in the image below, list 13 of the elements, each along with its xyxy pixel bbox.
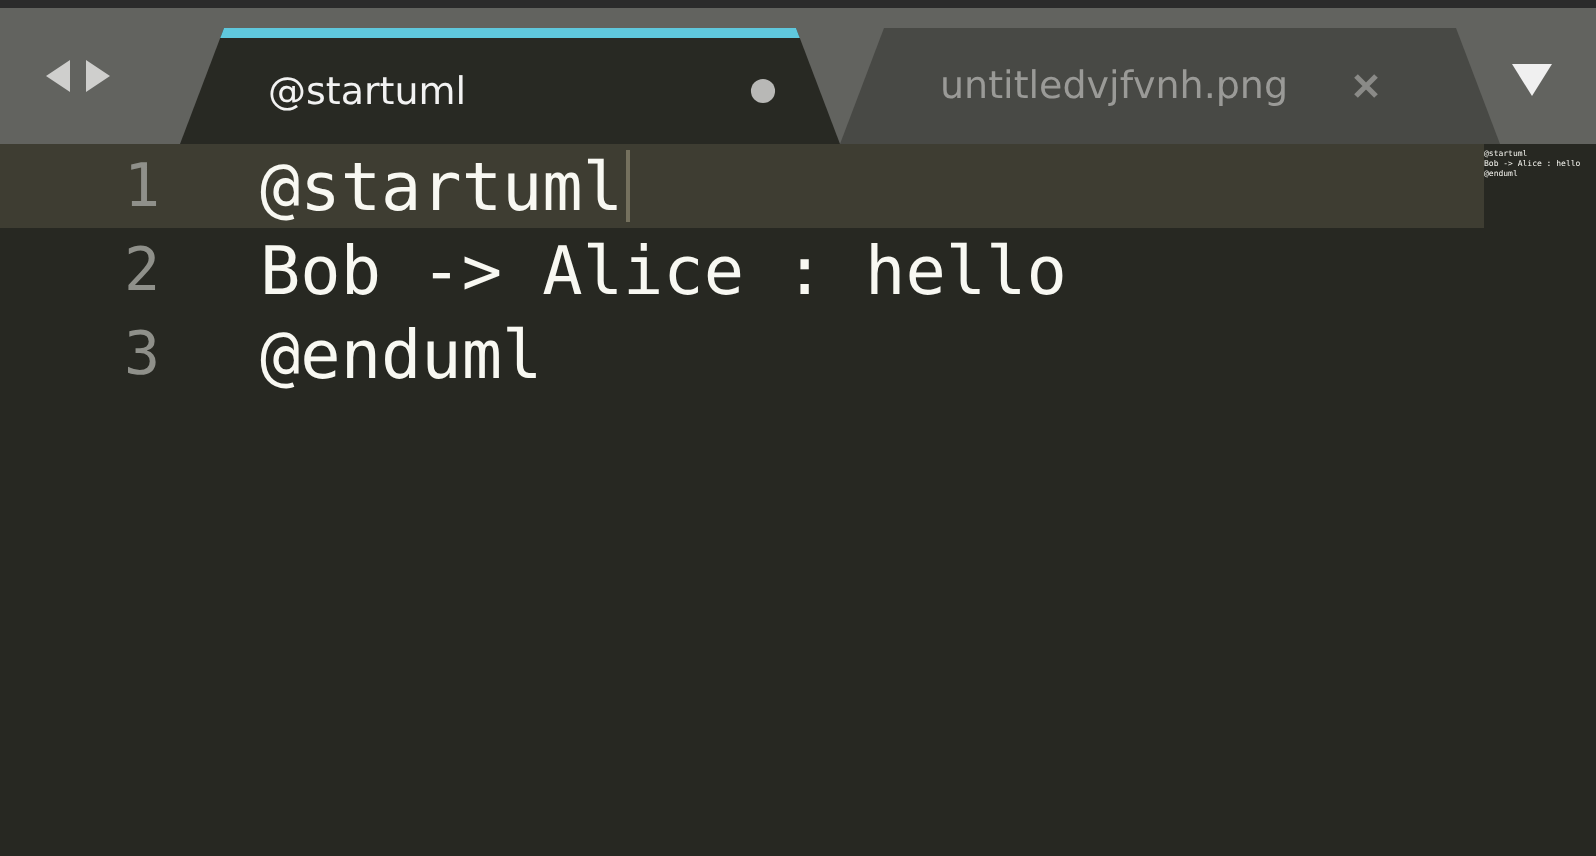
forward-icon[interactable] bbox=[84, 58, 112, 94]
code-line: Bob -> Alice : hello bbox=[260, 231, 1067, 309]
modified-dot-icon bbox=[750, 78, 776, 104]
text-cursor bbox=[625, 150, 630, 222]
code-line: @startuml bbox=[260, 147, 624, 225]
close-icon[interactable] bbox=[1352, 72, 1380, 100]
dropdown-icon[interactable] bbox=[1512, 64, 1552, 96]
line-number: 2 bbox=[121, 235, 160, 305]
code-line: @enduml bbox=[260, 315, 543, 393]
editor-tab[interactable]: @startuml bbox=[180, 28, 840, 144]
back-icon[interactable] bbox=[44, 58, 72, 94]
line-number: 1 bbox=[121, 151, 160, 221]
line-number: 3 bbox=[121, 319, 160, 389]
